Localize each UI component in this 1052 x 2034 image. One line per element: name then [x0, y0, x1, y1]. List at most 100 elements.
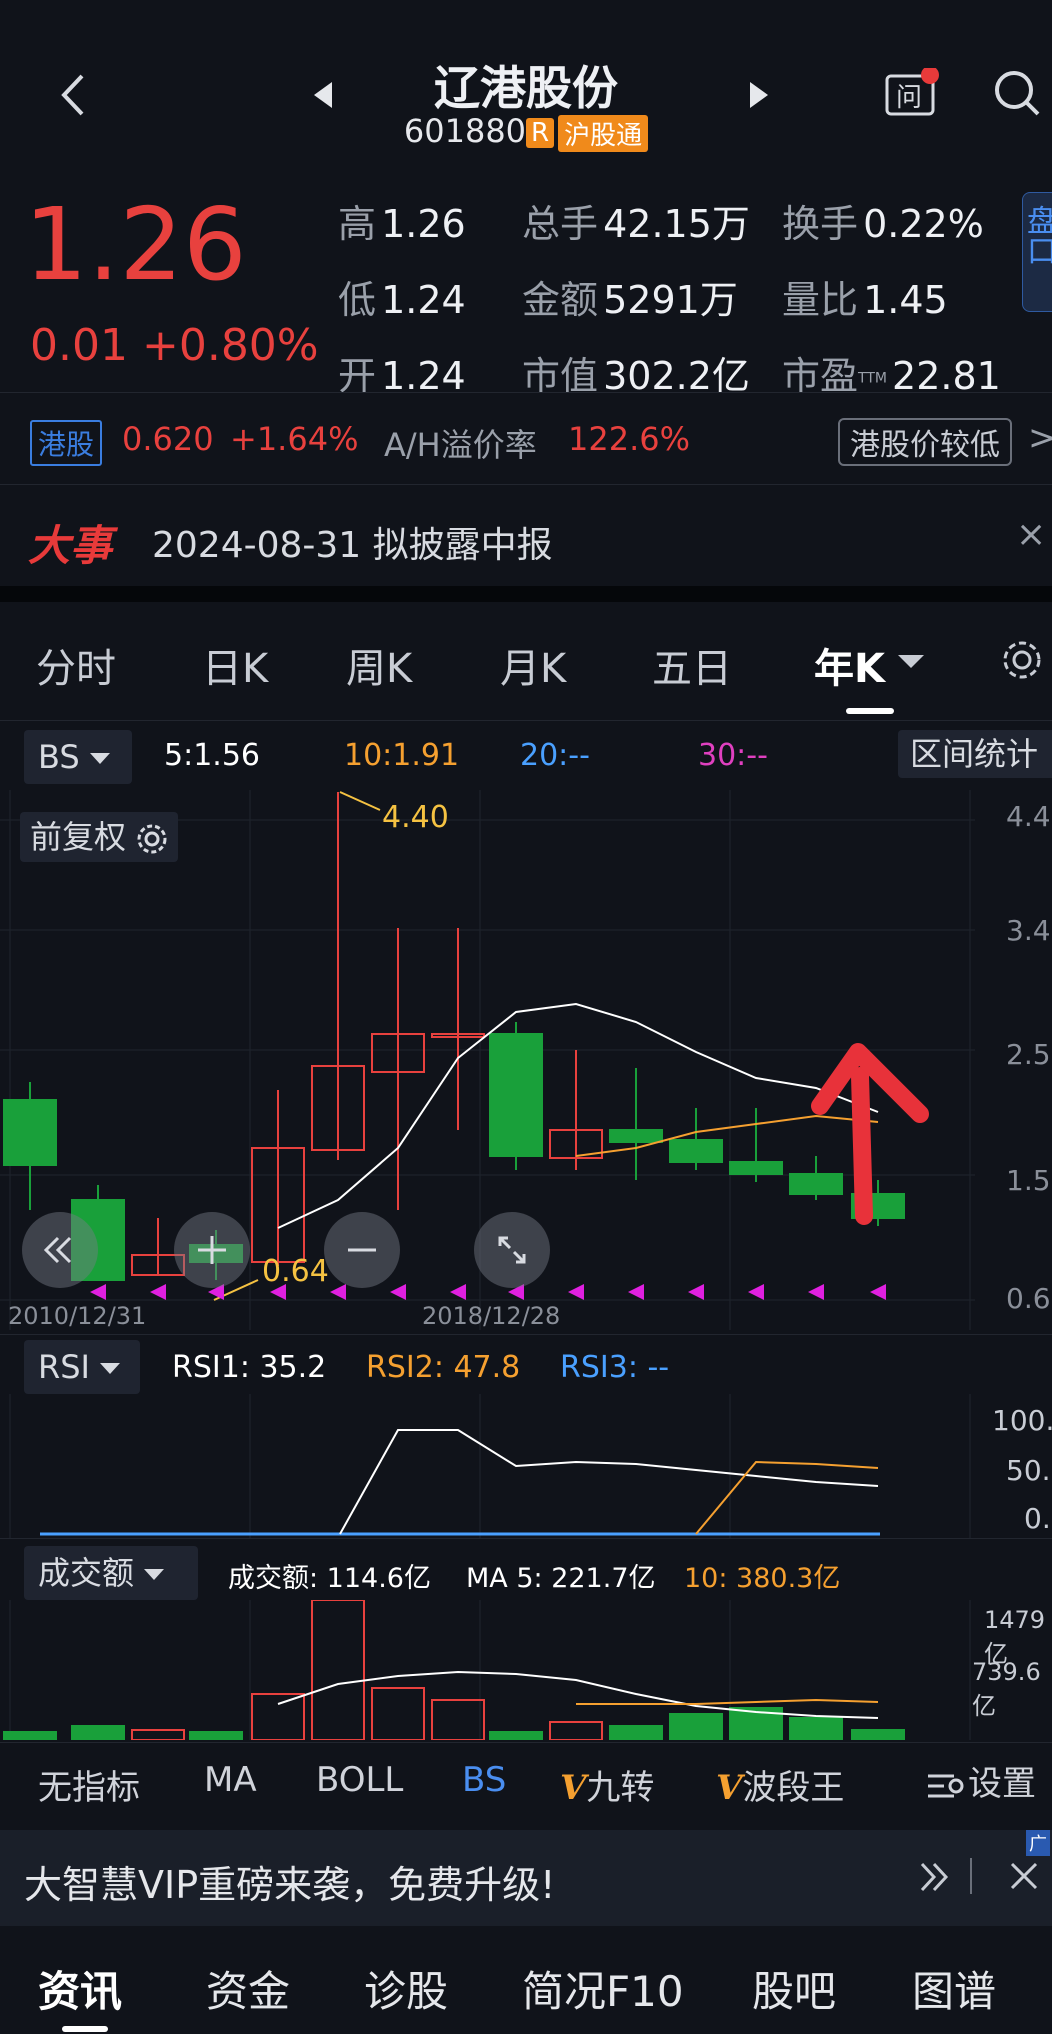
jiuzhuan-label: 九转: [586, 1768, 655, 1808]
quote-col-1: 高 1.26 低 1.24 开 1.24: [338, 190, 466, 418]
kline-y-tick: 2.5: [1006, 1038, 1051, 1071]
boduanwang-label: 波段王: [742, 1768, 845, 1808]
volume-selector[interactable]: 成交额: [24, 1546, 198, 1600]
indicator-bs[interactable]: BS: [462, 1760, 506, 1800]
bs-signal-marker: [568, 1284, 584, 1300]
divider: [0, 1538, 1052, 1539]
indicator-bar: 无指标 MA BOLL BS V九转 V波段王: [0, 1760, 1052, 1820]
rsi-selector[interactable]: RSI: [24, 1340, 140, 1394]
nav-news[interactable]: 资讯: [38, 1958, 122, 2019]
candle-body: [729, 1161, 783, 1175]
fullscreen-button[interactable]: [474, 1212, 550, 1288]
news-text[interactable]: 2024-08-31 拟披露中报: [152, 516, 553, 568]
tab-dropdown-icon[interactable]: [898, 654, 924, 673]
ad-banner[interactable]: 大智慧VIP重磅来袭，免费升级! 广: [0, 1830, 1052, 1926]
high-value: 1.26: [381, 202, 466, 246]
low-label: 低: [338, 278, 377, 322]
sliders-icon: [928, 1774, 964, 1797]
ad-close-icon[interactable]: [1008, 1860, 1040, 1896]
quote-col-3: 换手 0.22% 量比 1.45 市盈TTM 22.81: [782, 190, 1001, 418]
bs-signal-marker: [808, 1284, 824, 1300]
r-badge: R: [526, 118, 555, 148]
ma5-line: [277, 1002, 879, 1229]
section-gap: [0, 586, 1052, 602]
current-price: 1.26: [24, 186, 247, 303]
nav-f10[interactable]: 简况F10: [522, 1958, 684, 2019]
rsi-y-tick: 0.: [1024, 1502, 1051, 1535]
tab-intraday[interactable]: 分时: [36, 636, 116, 694]
divider: [970, 1858, 972, 1894]
kline-y-tick: 4.4: [1006, 800, 1051, 833]
news-close-icon[interactable]: ×: [1016, 514, 1046, 555]
volume-value: 42.15万: [603, 202, 750, 246]
quote-col-2: 总手 42.15万 金额 5291万 市值 302.2亿: [522, 190, 750, 418]
range-stats-button[interactable]: 区间统计: [898, 730, 1052, 778]
volume-ma5-line: [277, 1670, 879, 1719]
indicator-ma[interactable]: MA: [204, 1760, 257, 1800]
indicator-boll[interactable]: BOLL: [316, 1760, 403, 1800]
divider: [0, 1742, 1052, 1743]
zoom-in-button[interactable]: [174, 1212, 250, 1288]
hk-row-arrow[interactable]: >: [1028, 418, 1052, 458]
x-axis-label: 2010/12/31: [8, 1302, 147, 1330]
volume-bar: [251, 1693, 305, 1740]
nav-funds[interactable]: 资金: [206, 1958, 290, 2019]
tab-yearly-k[interactable]: 年K: [814, 636, 885, 694]
bs-signal-marker: [688, 1284, 704, 1300]
nav-forum[interactable]: 股吧: [752, 1958, 836, 2019]
candle-body: [669, 1139, 723, 1163]
scroll-left-button[interactable]: [22, 1212, 98, 1288]
bs-label: BS: [38, 738, 80, 776]
tab-weekly-k[interactable]: 周K: [346, 636, 412, 694]
nav-graph[interactable]: 图谱: [912, 1958, 996, 2019]
ma20-value: 20:--: [520, 738, 590, 773]
volume-ma10: 10: 380.3亿: [684, 1563, 841, 1594]
search-icon[interactable]: [992, 68, 1044, 120]
volume-y-tick: 739.6亿: [972, 1658, 1041, 1720]
active-tab-indicator: [846, 708, 894, 714]
bs-signal-marker: [628, 1284, 644, 1300]
hand-drawn-arrow: [811, 1043, 929, 1225]
divider: [0, 1334, 1052, 1335]
next-stock-icon[interactable]: [748, 80, 772, 110]
volume-chart: [3, 1600, 971, 1740]
candle-body: [3, 1099, 57, 1166]
indicator-boduanwang[interactable]: V波段王: [716, 1760, 844, 1809]
volume-bar: [851, 1729, 905, 1740]
orderbook-side-tab[interactable]: 盘口: [1021, 192, 1052, 312]
volume-bar: [189, 1731, 243, 1740]
tab-daily-k[interactable]: 日K: [202, 636, 268, 694]
divider: [0, 392, 1052, 393]
tab-five-day[interactable]: 五日: [652, 636, 732, 694]
rsi-label: RSI: [38, 1348, 90, 1386]
vol-ratio-value: 1.45: [863, 278, 948, 322]
volume-bar: [489, 1731, 543, 1740]
high-label: 高: [338, 202, 377, 246]
turnover-value: 0.22%: [863, 202, 984, 246]
rsi3-value: RSI3: --: [560, 1350, 670, 1385]
hk-compare-button[interactable]: 港股价较低: [838, 418, 1012, 466]
vol-ratio-label: 量比: [782, 278, 859, 322]
volume-bar: [131, 1729, 185, 1740]
bs-signal-marker: [150, 1284, 166, 1300]
indicator-jiuzhuan[interactable]: V九转: [560, 1760, 654, 1809]
rsi-y-tick: 50.: [1006, 1454, 1051, 1487]
bs-selector[interactable]: BS: [24, 730, 132, 784]
settings-gear-icon[interactable]: [1000, 638, 1044, 682]
period-tabs: 分时 日K 周K 月K 五日 年K: [0, 636, 1052, 692]
tab-monthly-k[interactable]: 月K: [500, 636, 566, 694]
ad-expand-icon[interactable]: [918, 1860, 952, 1898]
indicator-none[interactable]: 无指标: [38, 1760, 140, 1809]
volume-bar: [431, 1699, 485, 1740]
ah-premium-value: 122.6%: [568, 420, 691, 458]
volume-bar: [609, 1725, 663, 1740]
adjustment-label[interactable]: 前复权: [20, 812, 179, 862]
zoom-out-button[interactable]: [324, 1212, 400, 1288]
indicator-settings-button[interactable]: 设置: [926, 1756, 1052, 1816]
volume-ma5: MA 5: 221.7亿: [466, 1563, 656, 1594]
volume-label: 总手: [522, 202, 599, 246]
hk-price: 0.620: [122, 420, 214, 458]
ask-icon[interactable]: 问: [884, 66, 940, 120]
nav-diagnosis[interactable]: 诊股: [364, 1958, 448, 2019]
divider: [0, 720, 1052, 721]
